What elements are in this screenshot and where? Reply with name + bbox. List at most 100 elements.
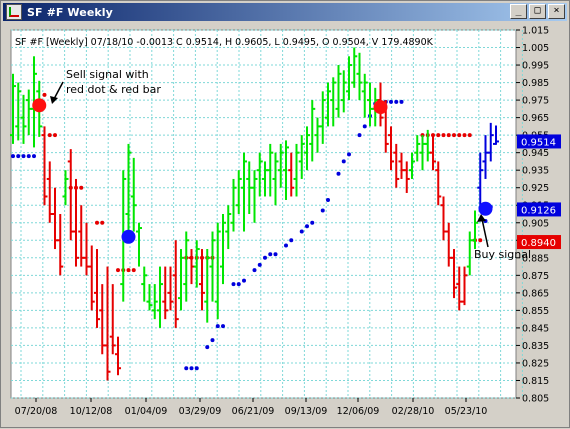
red-stop-dot [100, 220, 105, 225]
blue-stop-dot [210, 338, 215, 343]
chart-window: SF #F Weekly _ □ × 1.015 1.005 0.995 0.985 0… [0, 0, 570, 428]
x-tick-label: 09/13/09 [285, 406, 328, 417]
maximize-button[interactable]: □ [529, 4, 546, 19]
red-stop-dot [462, 133, 467, 138]
blue-stop-dot [268, 252, 273, 257]
red-stop-dot [452, 133, 456, 138]
buy-signal-dot [121, 229, 136, 244]
blue-stop-dot [16, 154, 21, 159]
x-tick-label: 05/23/10 [445, 406, 488, 417]
blue-stop-dot [362, 124, 367, 129]
red-stop-dot [53, 133, 57, 138]
blue-stop-dot [310, 220, 315, 225]
buy-signal-dot [478, 201, 493, 216]
blue-stop-dot [257, 262, 262, 267]
sell-annotation-line1: Sell signal with [66, 68, 149, 81]
y-tick-label: 0.945 [522, 148, 549, 159]
y-tick-label: 0.935 [522, 166, 549, 177]
x-tick-label: 12/06/09 [337, 406, 380, 417]
red-stop-dot [457, 133, 462, 138]
window-title: SF #F Weekly [27, 5, 113, 19]
chart-area[interactable]: 1.0151.0050.9950.9850.9750.9650.9550.945… [3, 22, 567, 425]
blue-stop-dot [263, 255, 267, 260]
y-tick-label: 1.015 [522, 26, 549, 37]
y-tick-label: 0.905 [522, 218, 549, 229]
blue-stop-dot [194, 366, 199, 371]
info-line: SF #F [Weekly] 07/18/10 -0.0013 C 0.9514… [15, 37, 434, 48]
chart-app-icon [6, 4, 22, 20]
red-stop-dot [478, 238, 483, 243]
x-tick-label: 02/28/10 [392, 406, 435, 417]
blue-stop-dot [336, 171, 341, 176]
x-tick-label: 06/21/09 [232, 406, 275, 417]
blue-stop-dot [236, 282, 241, 287]
y-tick-label: 0.975 [522, 96, 549, 107]
blue-stop-dot [221, 324, 225, 329]
sell-signal-dot [373, 100, 388, 115]
blue-stop-dot [394, 99, 399, 104]
sell-signal-dot [32, 98, 47, 113]
blue-stop-dot [320, 208, 325, 213]
red-stop-dot [95, 220, 99, 225]
red-stop-dot [116, 268, 120, 273]
blue-stop-dot [26, 154, 31, 159]
y-tick-label: 0.985 [522, 78, 549, 89]
red-stop-dot [446, 133, 451, 138]
x-tick-label: 01/04/09 [125, 406, 168, 417]
minimize-button[interactable]: _ [510, 4, 527, 19]
x-tick-label: 10/12/08 [70, 406, 113, 417]
y-tick-label: 0.995 [522, 61, 549, 72]
price-label-text: 0.9126 [521, 205, 556, 216]
price-label-text: 0.8940 [521, 238, 556, 249]
buy-annotation: Buy signal [474, 248, 531, 261]
red-stop-dot [436, 133, 441, 138]
blue-stop-dot [341, 159, 346, 164]
blue-stop-dot [184, 366, 189, 371]
red-stop-dot [42, 92, 47, 97]
y-tick-label: 0.805 [522, 394, 549, 405]
x-tick-label: 07/20/08 [15, 406, 58, 417]
blue-stop-dot [242, 278, 246, 283]
blue-stop-dot [189, 366, 194, 371]
x-tick-label: 03/29/09 [179, 406, 222, 417]
red-stop-dot [131, 268, 136, 273]
y-tick-label: 0.965 [522, 113, 549, 124]
price-chart[interactable]: 1.0151.0050.9950.9850.9750.9650.9550.945… [3, 22, 567, 425]
blue-stop-dot [357, 133, 362, 138]
y-tick-label: 0.835 [522, 341, 549, 352]
close-button[interactable]: × [548, 4, 565, 19]
blue-stop-dot [252, 268, 257, 273]
y-tick-label: 0.925 [522, 183, 549, 194]
blue-stop-dot [205, 345, 210, 350]
sell-annotation-line2: red dot & red bar [66, 83, 161, 96]
price-label-text: 0.9514 [521, 137, 556, 148]
red-stop-dot [126, 268, 131, 273]
y-tick-label: 0.855 [522, 306, 549, 317]
y-tick-label: 0.845 [522, 323, 549, 334]
red-stop-dot [79, 185, 84, 190]
window-controls: _ □ × [510, 4, 565, 19]
x-axis: 07/20/08 10/12/08 01/04/09 03/29/09 06/21/09… [15, 398, 488, 417]
y-tick-label: 0.825 [522, 358, 549, 369]
y-tick-label: 0.815 [522, 376, 549, 387]
blue-stop-dot [11, 154, 15, 159]
red-stop-dot [441, 133, 446, 138]
y-tick-label: 1.005 [522, 43, 549, 54]
blue-stop-dot [326, 197, 330, 202]
blue-stop-dot [284, 243, 288, 248]
blue-stop-dot [389, 99, 393, 104]
blue-stop-dot [32, 154, 36, 159]
blue-stop-dot [231, 282, 236, 287]
blue-stop-dot [299, 229, 304, 234]
blue-stop-dot [347, 152, 351, 157]
blue-stop-dot [273, 252, 278, 257]
blue-stop-dot [305, 224, 309, 229]
blue-stop-dot [215, 324, 220, 329]
blue-stop-dot [289, 238, 294, 243]
title-bar[interactable]: SF #F Weekly _ □ × [3, 3, 567, 21]
red-stop-dot [47, 133, 52, 138]
y-tick-label: 0.865 [522, 288, 549, 299]
blue-stop-dot [399, 99, 404, 104]
red-stop-dot [467, 133, 472, 138]
y-tick-label: 0.875 [522, 271, 549, 282]
